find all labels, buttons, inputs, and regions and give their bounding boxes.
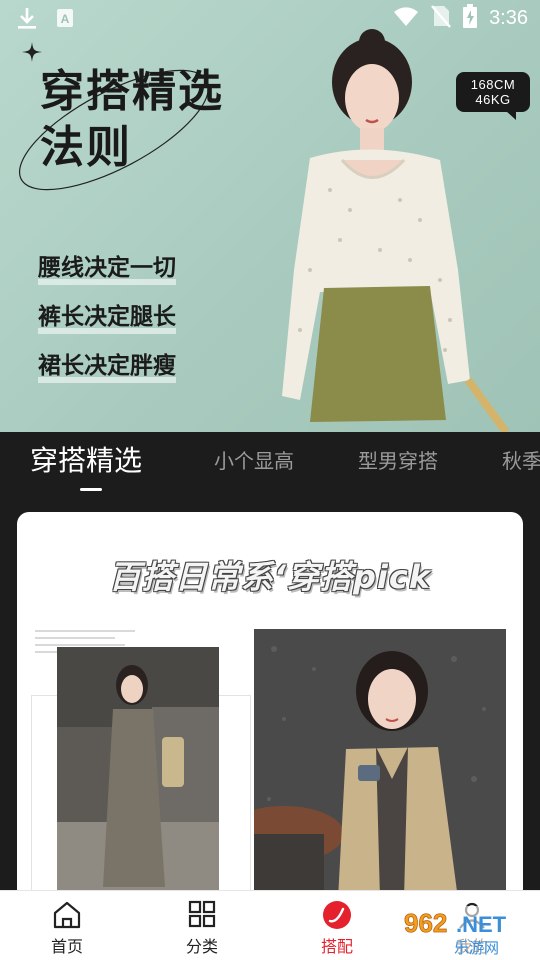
nav-item-category[interactable]: 分类: [152, 891, 252, 960]
hero-title-line2: 法则: [40, 122, 132, 173]
outfit-photo-right[interactable]: [254, 629, 506, 899]
category-tabs: 穿搭精选 小个显高 型男穿搭 秋季: [0, 432, 540, 496]
outfit-card[interactable]: 百搭日常系‘穿搭pick: [17, 512, 523, 912]
nav-item-home[interactable]: 首页: [17, 891, 117, 960]
svg-text:.NET: .NET: [456, 912, 507, 937]
tab-mens-outfit[interactable]: 型男穿搭: [358, 432, 438, 496]
nav-label-category: 分类: [185, 937, 218, 956]
svg-text:乐游网: 乐游网: [454, 939, 499, 957]
tab-outfit-picks[interactable]: 穿搭精选: [30, 432, 142, 496]
size-height: 168CM: [470, 77, 516, 92]
hero-banner[interactable]: A 3:36 穿搭精选 法则 腰线决定一切 裤长决定腿长 裙长决定胖瘦 168C…: [0, 0, 540, 432]
nav-item-outfit[interactable]: 搭配: [287, 891, 387, 960]
hero-rule: 裙长决定胖瘦: [38, 353, 176, 383]
outfit-icon: [321, 899, 353, 931]
hero-rule: 裤长决定腿长: [38, 304, 176, 334]
grid-icon: [186, 899, 218, 931]
size-badge: 168CM 46KG: [456, 72, 530, 120]
svg-text:962: 962: [404, 908, 447, 938]
sparkle-icon: [22, 42, 42, 62]
hero-rule: 腰线决定一切: [38, 255, 176, 285]
site-watermark: 962 .NET 乐游网: [398, 906, 536, 958]
download-icon: [16, 6, 38, 34]
tab-autumn[interactable]: 秋季: [502, 432, 540, 496]
text-a-icon: A: [56, 8, 74, 32]
hero-rules: 腰线决定一切 裤长决定腿长 裙长决定胖瘦: [38, 256, 176, 403]
svg-text:A: A: [61, 12, 70, 26]
card-title: 百搭日常系‘穿搭pick: [108, 558, 432, 596]
hero-title: 穿搭精选 法则: [40, 64, 300, 176]
tab-petite-tall[interactable]: 小个显高: [214, 432, 294, 496]
hero-title-line1: 穿搭精选: [40, 66, 224, 117]
home-icon: [51, 899, 83, 931]
tab-indicator: [80, 488, 102, 491]
nav-label-home: 首页: [50, 937, 83, 956]
nav-label-outfit: 搭配: [320, 937, 353, 956]
outfit-photo-left[interactable]: [57, 647, 219, 897]
size-weight: 46KG: [475, 92, 511, 107]
